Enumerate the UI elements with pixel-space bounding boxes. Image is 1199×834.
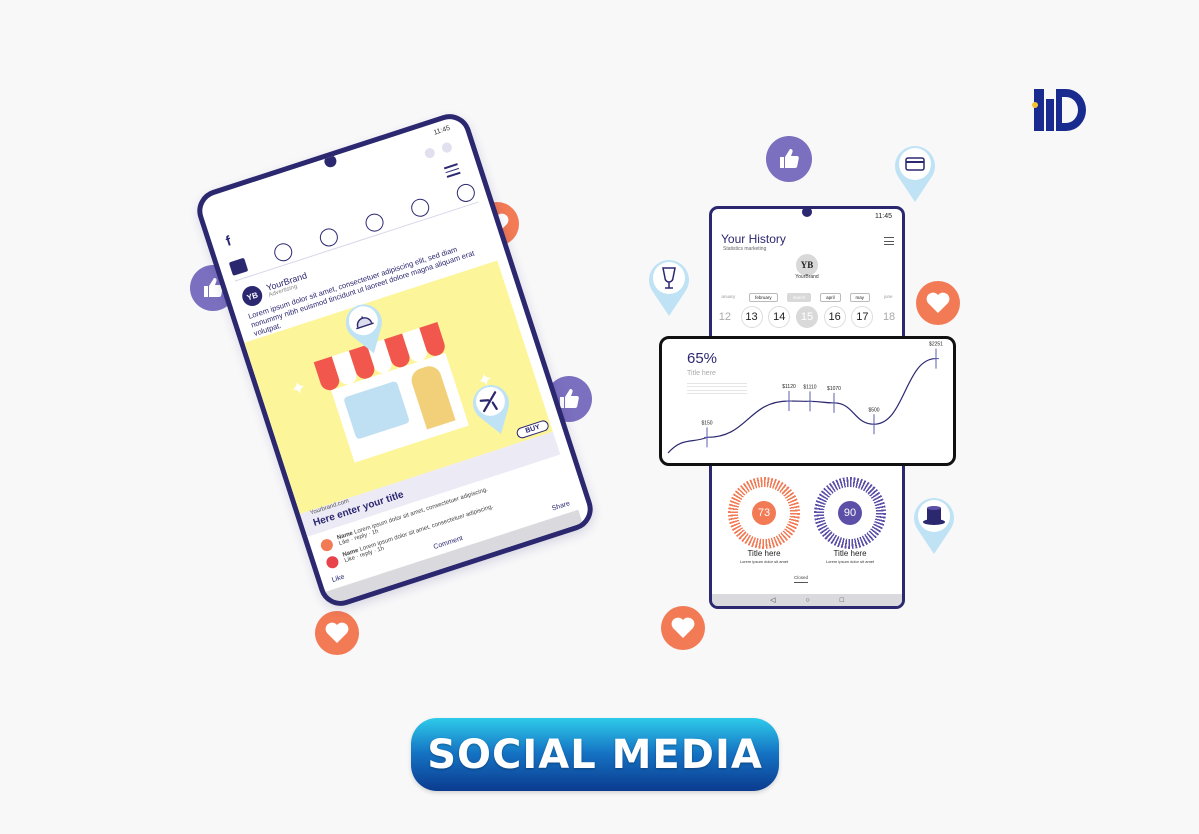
data-label: $150 — [701, 420, 712, 426]
phone-camera-notch — [802, 209, 812, 217]
brand-name: YourBrand — [795, 274, 819, 280]
status-time: 11:45 — [875, 213, 892, 220]
status-time: 11:45 — [432, 124, 452, 137]
gauge-value: 73 — [752, 501, 776, 525]
data-label: $500 — [868, 407, 879, 413]
gauge-subtitle: Lorem ipsum dolor sit amet — [739, 559, 789, 564]
back-icon[interactable]: ◁ — [770, 596, 775, 604]
line-chart-card: 65% Title here $150 $1120 $1110 $1070 $500 $2… — [659, 336, 956, 466]
avatar: YB — [796, 254, 818, 276]
day-chip[interactable]: 16 — [823, 306, 846, 328]
gauge-ring: 73 — [728, 477, 800, 549]
data-label: $1120 — [782, 384, 796, 390]
closed-tab[interactable]: Closed — [794, 575, 809, 583]
day-chip[interactable]: 18 — [879, 307, 899, 327]
menu-icon[interactable] — [884, 235, 894, 247]
page-title: Your History — [721, 232, 786, 246]
bell-icon[interactable] — [408, 196, 432, 220]
home-icon[interactable]: ○ — [805, 597, 809, 604]
home-icon[interactable] — [228, 257, 249, 276]
data-label: $1110 — [803, 384, 816, 390]
line-chart: $150 $1120 $1110 $1070 $500 $2251 — [667, 342, 943, 454]
data-label: $1070 — [827, 386, 841, 392]
banner-title: SOCIAL MEDIA — [427, 731, 763, 778]
friends-icon[interactable] — [271, 240, 295, 264]
left-phone-social-feed: 11:45 f YB YourBrand Advertising Lorem i… — [191, 108, 599, 612]
avatar — [324, 554, 340, 570]
profile-icon[interactable] — [363, 211, 386, 234]
search-icon[interactable] — [423, 146, 437, 160]
day-chip-selected[interactable]: 15 — [795, 306, 818, 328]
gauge-value: 90 — [838, 501, 862, 525]
gauge-title: Title here — [747, 549, 781, 558]
day-selector: 12 13 14 15 16 17 18 — [712, 306, 902, 328]
network-logo: f — [223, 232, 233, 250]
series-line — [667, 357, 937, 454]
hamburger-icon[interactable] — [454, 181, 478, 205]
thumbs-up-icon — [766, 136, 812, 182]
phone-camera-notch — [322, 153, 338, 169]
day-chip[interactable]: 12 — [715, 307, 735, 327]
shop-window — [343, 380, 411, 440]
page-subtitle: Statistics marketing — [723, 246, 767, 252]
month-selector: anuary february march april may june — [712, 293, 902, 302]
credit-card-pin-icon — [895, 146, 935, 202]
month-tab[interactable]: march — [786, 293, 812, 302]
gauge-title: Title here — [833, 549, 867, 558]
heart-icon — [661, 606, 705, 650]
month-tab[interactable]: june — [879, 293, 898, 302]
title-banner: SOCIAL MEDIA — [411, 718, 779, 791]
data-label: $2251 — [929, 342, 943, 348]
month-tab[interactable]: anuary — [716, 293, 740, 302]
top-icons — [423, 141, 454, 160]
brand-logo — [1032, 89, 1086, 131]
day-chip[interactable]: 17 — [851, 306, 874, 328]
menu-icon[interactable] — [443, 160, 461, 180]
like-button[interactable]: Like — [331, 573, 345, 584]
day-chip[interactable]: 14 — [768, 306, 791, 328]
airplane-pin-icon — [472, 385, 510, 435]
messenger-icon[interactable] — [440, 141, 454, 154]
video-icon[interactable] — [317, 226, 341, 249]
month-tab[interactable]: may — [849, 293, 871, 302]
top-hat-pin-icon — [914, 498, 954, 554]
gauge-subtitle: Lorem ipsum dolor sit amet — [825, 559, 875, 564]
recents-icon[interactable]: □ — [840, 597, 844, 604]
heart-icon — [916, 281, 960, 325]
heart-icon — [315, 611, 359, 655]
android-nav-bar: ◁ ○ □ — [712, 594, 902, 606]
month-tab[interactable]: february — [749, 293, 778, 302]
sparkle-icon: ✦ — [288, 376, 309, 401]
shop-door — [408, 363, 456, 430]
day-chip[interactable]: 13 — [740, 306, 763, 328]
avatar: YB — [239, 283, 265, 309]
month-tab[interactable]: april — [820, 293, 841, 302]
avatar — [319, 537, 335, 553]
wine-glass-pin-icon — [649, 260, 689, 316]
gauge-ring: 90 — [814, 477, 886, 549]
